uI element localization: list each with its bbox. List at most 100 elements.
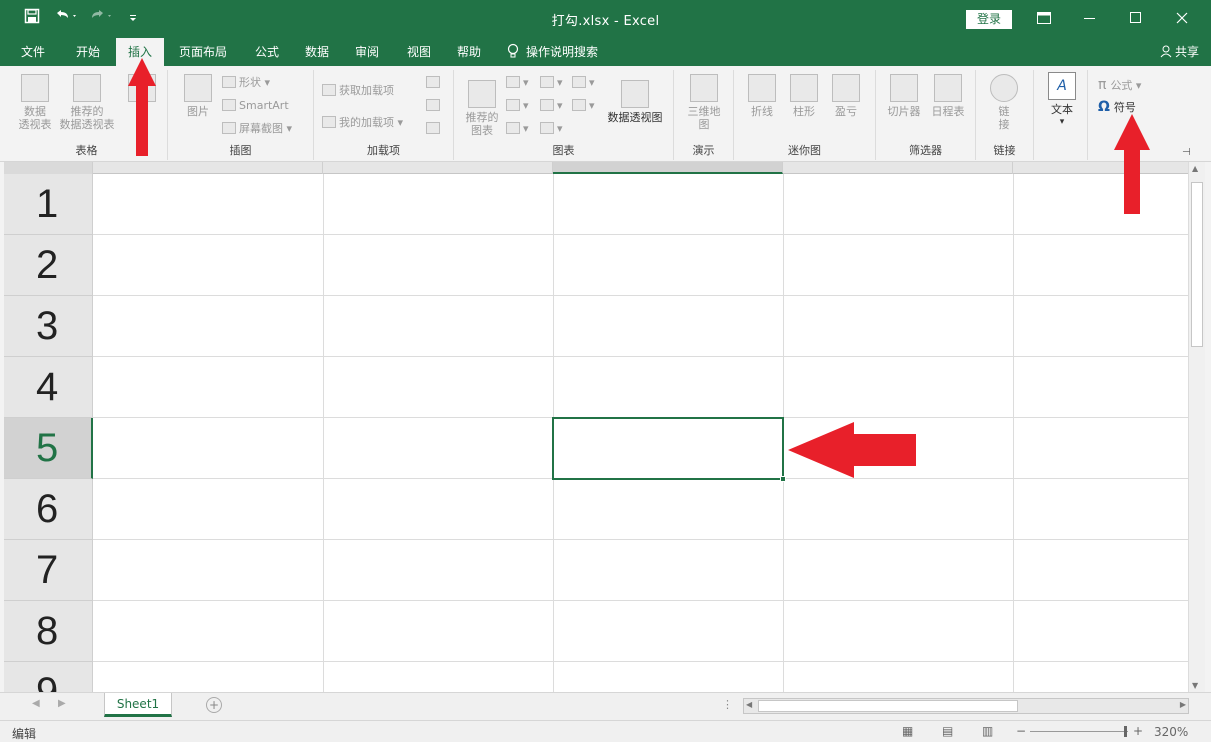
scroll-down-icon[interactable]: ▼ [1192, 681, 1198, 690]
visio-icon[interactable] [426, 74, 443, 92]
tell-me-label: 操作说明搜索 [526, 45, 599, 59]
tab-review[interactable]: 审阅 [344, 38, 390, 66]
hierarchy-chart-icon[interactable]: ▾ [540, 74, 563, 92]
3d-map-label-2: 图 [698, 118, 710, 131]
tab-help[interactable]: 帮助 [446, 38, 492, 66]
sparkline-winloss-icon [832, 74, 860, 102]
page-layout-view-icon[interactable]: ▤ [942, 724, 953, 738]
column-header-c[interactable] [553, 162, 783, 174]
row-header[interactable]: 1 [4, 174, 93, 235]
smartart-button[interactable]: SmartArt [222, 97, 289, 115]
scroll-left-icon[interactable]: ◀ [746, 700, 752, 709]
row-header[interactable]: 8 [4, 601, 93, 662]
tab-home[interactable]: 开始 [64, 38, 112, 66]
column-header-d[interactable] [783, 162, 1013, 174]
zoom-out-icon[interactable]: − [1016, 724, 1026, 738]
tab-file[interactable]: 文件 [10, 38, 56, 66]
normal-view-icon[interactable]: ▦ [902, 724, 913, 738]
customize-qat-icon[interactable] [126, 8, 140, 30]
store-icon [322, 84, 336, 96]
column-header-e[interactable] [1013, 162, 1188, 174]
minimize-icon[interactable] [1067, 0, 1113, 38]
sparkline-line-button[interactable]: 折线 [742, 74, 782, 118]
horizontal-scroll-thumb[interactable] [758, 700, 1018, 712]
link-label-1: 链 [998, 105, 1010, 118]
recommended-pivot-button[interactable]: 推荐的 数据透视表 [56, 74, 118, 131]
pie-chart-icon[interactable]: ▾ [506, 120, 529, 138]
row-header[interactable]: 9 [4, 662, 93, 692]
sparkline-winloss-button[interactable]: 盈亏 [826, 74, 866, 118]
tell-me-search[interactable]: 操作说明搜索 [506, 38, 618, 66]
text-button[interactable]: A 文本 ▾ [1040, 72, 1084, 129]
column-header-b[interactable] [323, 162, 553, 174]
vertical-scrollbar[interactable]: ▲ ▼ [1188, 162, 1205, 692]
close-icon[interactable] [1159, 0, 1205, 38]
pivot-chart-button[interactable]: 数据透视图 [602, 80, 668, 124]
tab-data[interactable]: 数据 [294, 38, 340, 66]
smartart-label: SmartArt [239, 99, 289, 112]
tab-view[interactable]: 视图 [396, 38, 442, 66]
scatter-chart-icon[interactable]: ▾ [506, 97, 529, 115]
zoom-level[interactable]: 320% [1154, 725, 1188, 739]
sheet-tab-sheet1[interactable]: Sheet1 [104, 693, 172, 717]
sheet-next-icon[interactable]: ▶ [58, 698, 66, 709]
people-graph-icon[interactable] [426, 120, 443, 138]
pin-ribbon-icon[interactable]: ⊣ [1182, 144, 1191, 162]
equation-button[interactable]: π 公式 ▾ [1098, 76, 1141, 94]
add-sheet-icon[interactable]: + [206, 697, 222, 713]
excel-window: 打勾.xlsx - Excel 登录 文件 开始 插入 页面布局 公式 数据 审… [0, 0, 1211, 742]
row-header[interactable]: 3 [4, 296, 93, 357]
bing-maps-icon[interactable] [426, 97, 443, 115]
redo-icon[interactable] [88, 8, 116, 30]
3d-map-button[interactable]: 三维地 图 [682, 74, 726, 131]
horizontal-scrollbar[interactable]: ◀ ▶ [743, 698, 1189, 714]
row-header[interactable]: 7 [4, 540, 93, 601]
column-chart-icon[interactable]: ▾ [506, 74, 529, 92]
row-header[interactable]: 6 [4, 479, 93, 540]
zoom-in-icon[interactable]: + [1133, 724, 1143, 738]
shapes-button[interactable]: 形状 ▾ [222, 74, 270, 92]
tab-page-layout[interactable]: 页面布局 [168, 38, 238, 66]
pivot-table-button[interactable]: 数据 透视表 [12, 74, 58, 131]
scroll-right-icon[interactable]: ▶ [1180, 700, 1186, 709]
line-chart-icon[interactable]: ▾ [540, 120, 563, 138]
link-button[interactable]: 链 接 [984, 74, 1024, 131]
get-addins-button[interactable]: 获取加载项 [322, 82, 394, 100]
group-illustrations-label: 插图 [229, 144, 252, 157]
zoom-slider-thumb[interactable] [1124, 726, 1127, 737]
tab-formulas[interactable]: 公式 [244, 38, 290, 66]
combo-chart-icon[interactable]: ▾ [572, 97, 595, 115]
column-header-a[interactable] [93, 162, 323, 174]
my-addins-button[interactable]: 我的加载项 ▾ [322, 114, 403, 132]
active-cell-c5[interactable] [552, 417, 784, 480]
sheet-prev-icon[interactable]: ◀ [32, 698, 40, 709]
ribbon-display-options-icon[interactable] [1021, 0, 1067, 38]
red-arrow-up-insert-tab [128, 58, 156, 156]
split-handle-icon[interactable]: ⋮ [722, 698, 733, 711]
link-label-2: 接 [998, 118, 1010, 131]
undo-icon[interactable] [52, 8, 80, 30]
recommended-charts-button[interactable]: 推荐的 图表 [460, 80, 504, 137]
select-all-corner[interactable] [4, 162, 93, 174]
statistic-chart-icon[interactable]: ▾ [540, 97, 563, 115]
zoom-slider[interactable] [1030, 731, 1128, 732]
login-button[interactable]: 登录 [966, 10, 1012, 29]
scroll-up-icon[interactable]: ▲ [1192, 164, 1198, 173]
row-header[interactable]: 2 [4, 235, 93, 296]
row-header-selected[interactable]: 5 [4, 418, 93, 479]
maximize-icon[interactable] [1113, 0, 1159, 38]
page-break-view-icon[interactable]: ▥ [982, 724, 993, 738]
share-button[interactable]: 共享 [1160, 38, 1199, 66]
vertical-scroll-thumb[interactable] [1191, 182, 1203, 347]
row-header[interactable]: 4 [4, 357, 93, 418]
waterfall-chart-icon[interactable]: ▾ [572, 74, 595, 92]
sparkline-winloss-label: 盈亏 [835, 105, 857, 118]
timeline-button[interactable]: 日程表 [926, 74, 970, 118]
save-icon[interactable] [22, 8, 42, 30]
sparkline-column-button[interactable]: 柱形 [784, 74, 824, 118]
screenshot-button[interactable]: 屏幕截图 ▾ [222, 120, 292, 138]
slicer-button[interactable]: 切片器 [882, 74, 926, 118]
worksheet-grid[interactable]: 1 2 3 4 5 6 7 8 9 [4, 162, 1188, 692]
picture-button[interactable]: 图片 [176, 74, 220, 118]
equation-label: 公式 [1110, 79, 1133, 92]
